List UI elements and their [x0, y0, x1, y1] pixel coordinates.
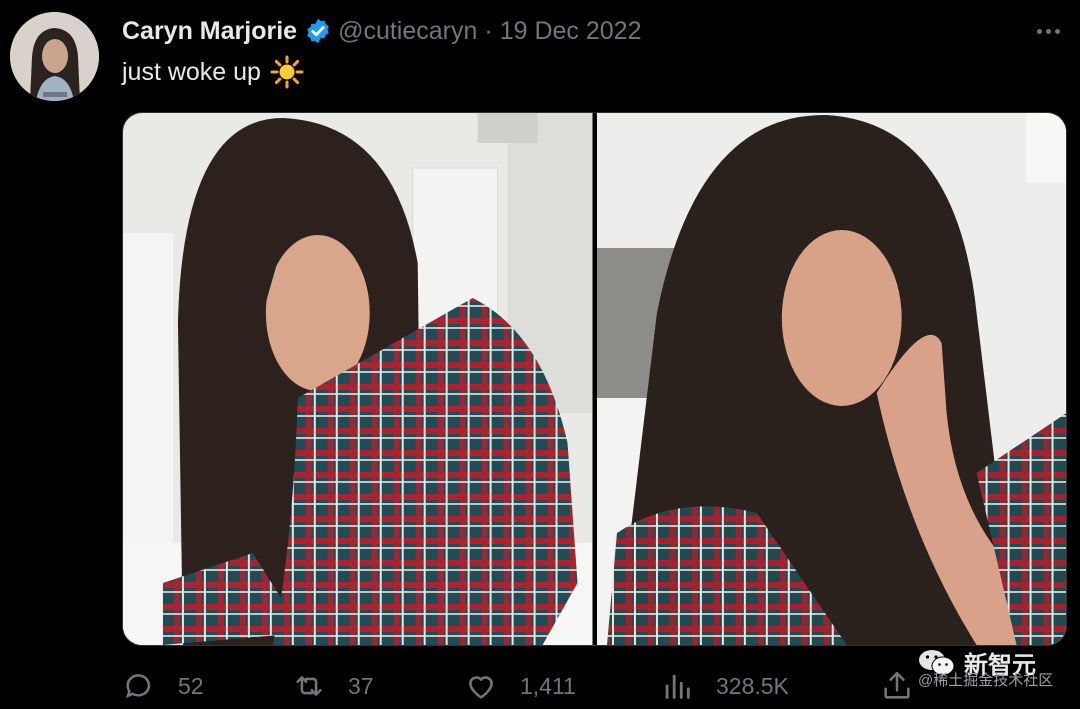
share-button[interactable]: [880, 666, 914, 706]
sun-emoji-icon: [270, 55, 304, 89]
like-count: 1,411: [520, 672, 576, 699]
watermark-subtext: @稀土掘金技术社区: [918, 672, 1054, 689]
photo-2-image: [596, 113, 1066, 645]
watermark: 新智元 @稀土掘金技术社区: [918, 645, 1068, 705]
share-icon: [884, 671, 910, 699]
header-separator: ·: [484, 16, 493, 45]
tweet-text: just woke up: [122, 55, 304, 89]
retweet-button[interactable]: 37: [292, 666, 374, 706]
views-count: 328.5K: [716, 672, 789, 699]
avatar-image: [10, 12, 99, 101]
display-name[interactable]: Caryn Marjorie: [122, 17, 297, 46]
reply-icon: [125, 674, 151, 699]
reply-button[interactable]: 52: [122, 666, 204, 706]
tweet-body: just woke up: [122, 57, 261, 86]
like-button[interactable]: 1,411: [464, 666, 576, 706]
reply-count: 52: [178, 672, 204, 699]
heart-icon: [469, 676, 493, 699]
views-chart-icon: [665, 674, 690, 699]
views-button[interactable]: 328.5K: [660, 666, 789, 706]
author-handle[interactable]: @cutiecaryn: [338, 17, 477, 46]
retweet-icon: [296, 676, 322, 696]
tweet-date[interactable]: 19 Dec 2022: [500, 17, 642, 46]
tweet-media: [122, 112, 1067, 646]
tweet-header: Caryn Marjorie @cutiecaryn · 19 Dec 2022: [122, 14, 642, 48]
photo-1[interactable]: [123, 113, 593, 645]
retweet-count: 37: [348, 672, 374, 699]
verified-badge-icon: [307, 18, 329, 44]
photo-2[interactable]: [596, 113, 1066, 645]
photo-1-image: [123, 113, 593, 645]
author-avatar[interactable]: [10, 12, 99, 101]
more-options-icon[interactable]: [1030, 14, 1066, 48]
